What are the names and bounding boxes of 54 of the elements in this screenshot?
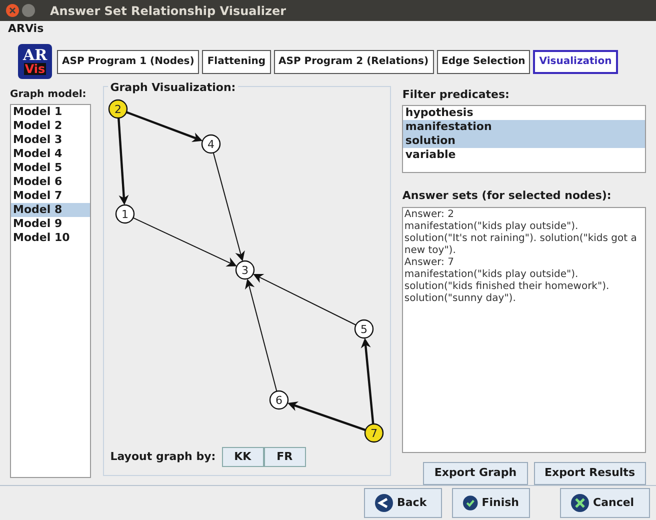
answer-line: solution("sunny day").: [404, 292, 517, 305]
list-item[interactable]: Model 2: [11, 118, 90, 133]
layout-button[interactable]: FR: [264, 446, 306, 467]
close-icon[interactable]: [6, 4, 19, 18]
export-button[interactable]: Export Graph: [423, 462, 528, 485]
list-item[interactable]: variable: [403, 148, 645, 162]
graph-node[interactable]: 2: [108, 99, 128, 119]
answer-line: solution("kids finished their homework").: [404, 280, 610, 293]
list-item[interactable]: manifestation: [403, 120, 645, 134]
graph-node[interactable]: 3: [236, 260, 255, 280]
answer-line: manifestation("kids play outside").: [404, 220, 580, 233]
answer-line: Answer: 7: [404, 256, 455, 269]
panel-title: Graph Visualization:: [108, 80, 238, 96]
tab[interactable]: ASP Program 1 (Nodes): [57, 50, 200, 74]
tab[interactable]: Edge Selection: [436, 50, 530, 74]
list-item[interactable]: Model 3: [11, 132, 90, 147]
answer-sets-area[interactable]: [402, 206, 646, 453]
list-item[interactable]: hypothesis: [403, 106, 645, 120]
list-item[interactable]: Model 8: [11, 202, 90, 217]
layout-label: Layout graph by:: [110, 448, 216, 465]
finish-button[interactable]: Finish: [452, 488, 530, 518]
export-button[interactable]: Export Results: [534, 462, 646, 485]
back-button[interactable]: Back: [364, 488, 442, 518]
graph-node[interactable]: 4: [202, 134, 221, 154]
answer-line: Answer: 2: [404, 208, 455, 221]
list-item[interactable]: Model 1: [11, 104, 90, 119]
graph-node[interactable]: 5: [354, 319, 374, 339]
list-item[interactable]: Model 6: [11, 174, 90, 189]
list-item[interactable]: Model 9: [11, 216, 90, 231]
list-label: Graph model:: [10, 88, 88, 102]
graph-node[interactable]: 1: [116, 204, 135, 224]
tab[interactable]: ASP Program 2 (Relations): [274, 50, 434, 74]
answer-sets-label: Answer sets (for selected nodes):: [402, 188, 612, 204]
window-title: Answer Set Relationship Visualizer: [50, 2, 286, 20]
logo-text: Vis: [24, 63, 46, 76]
answer-line: solution("It's not raining"). solution("kids got a new toy").: [404, 232, 638, 257]
menu-item[interactable]: ARVis: [8, 21, 44, 38]
list-item[interactable]: Model 10: [11, 230, 90, 245]
list-item[interactable]: Model 7: [11, 188, 90, 203]
list-item[interactable]: Model 5: [11, 160, 90, 175]
list-item[interactable]: Model 4: [11, 146, 90, 161]
layout-button[interactable]: KK: [222, 446, 264, 467]
logo-text: AR: [22, 48, 48, 64]
tab[interactable]: Flattening: [202, 50, 271, 74]
list-item[interactable]: solution: [403, 134, 645, 148]
tab[interactable]: Visualization: [533, 50, 618, 74]
list-label: Filter predicates:: [402, 86, 510, 103]
checkmark-icon: [463, 494, 478, 512]
graph-node[interactable]: 6: [270, 390, 289, 410]
cancel-button[interactable]: Cancel: [560, 488, 650, 518]
maximize-icon[interactable]: [22, 4, 35, 18]
close-icon: [571, 494, 589, 512]
graph-node[interactable]: 7: [364, 423, 384, 443]
answer-line: manifestation("kids play outside").: [404, 268, 580, 281]
